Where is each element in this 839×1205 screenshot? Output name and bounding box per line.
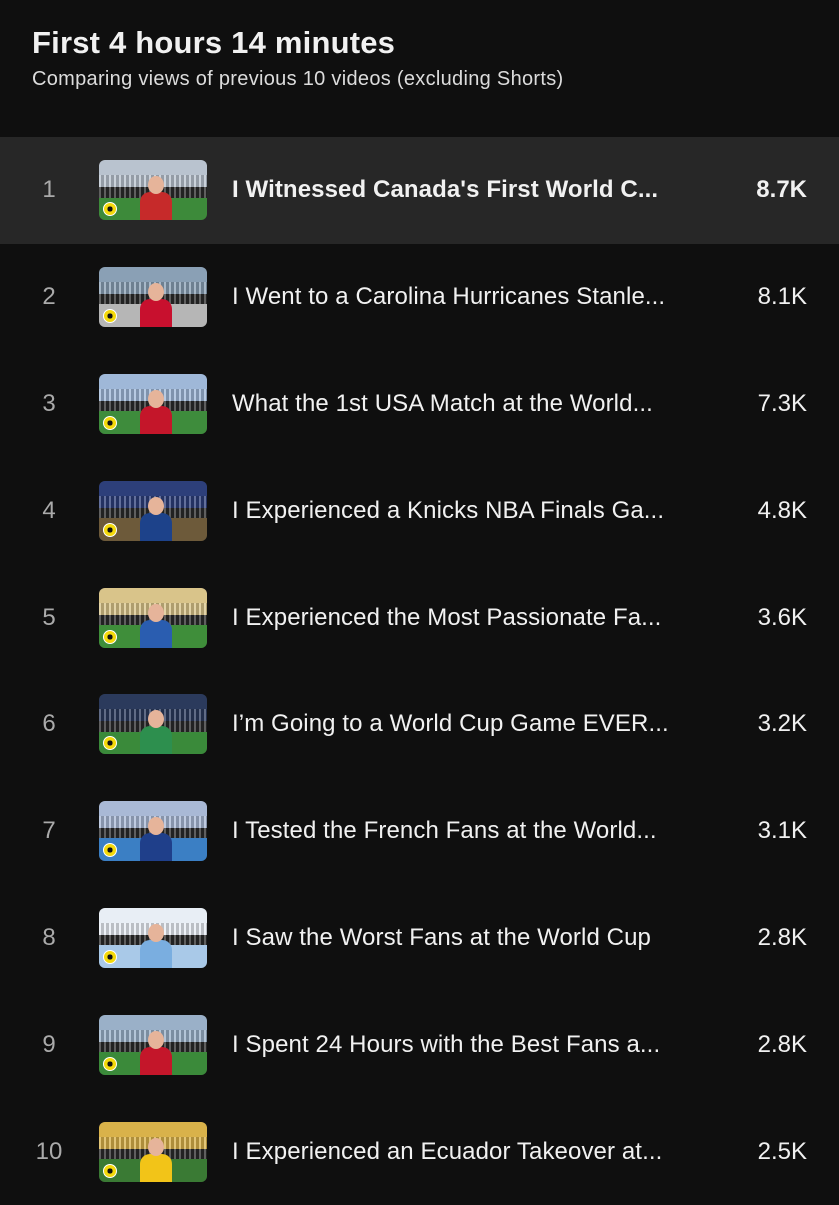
video-thumbnail[interactable]: [99, 480, 207, 541]
video-rank: 5: [42, 603, 56, 631]
person-shirt: [140, 1046, 172, 1075]
video-rank: 3: [42, 389, 56, 417]
soccer-ball-icon: [103, 415, 117, 430]
person-icon: [139, 923, 173, 968]
video-views: 7.3K: [757, 389, 807, 417]
video-thumbnail[interactable]: [99, 373, 207, 434]
person-shirt: [140, 192, 172, 221]
video-row[interactable]: 6 I’m Going to a World Cup Game EVER... 3.…: [0, 671, 839, 778]
video-title[interactable]: What the 1st USA Match at the World...: [232, 351, 722, 458]
video-row[interactable]: 4 I Experienced a Knicks NBA Finals Ga...…: [0, 457, 839, 564]
video-views: 2.5K: [757, 1137, 807, 1165]
video-row[interactable]: 9 I Spent 24 Hours with the Best Fans a..…: [0, 991, 839, 1098]
video-row[interactable]: 5 I Experienced the Most Passionate Fa...…: [0, 564, 839, 671]
person-head: [148, 923, 164, 942]
page-title: First 4 hours 14 minutes: [32, 25, 396, 60]
video-title[interactable]: I Tested the French Fans at the World...: [232, 778, 722, 885]
video-title[interactable]: I Spent 24 Hours with the Best Fans a...: [232, 991, 722, 1098]
person-icon: [139, 1137, 173, 1182]
video-row[interactable]: 10 I Experienced an Ecuador Takeover at..…: [0, 1098, 839, 1205]
video-thumbnail[interactable]: [99, 1121, 207, 1182]
soccer-ball-icon: [103, 1056, 117, 1071]
person-icon: [139, 710, 173, 755]
video-title[interactable]: I’m Going to a World Cup Game EVER...: [232, 671, 722, 778]
video-thumbnail[interactable]: [99, 801, 207, 862]
video-thumbnail[interactable]: [99, 1014, 207, 1075]
person-head: [148, 603, 164, 622]
video-title[interactable]: I Witnessed Canada's First World C...: [232, 137, 722, 244]
video-views: 2.8K: [757, 923, 807, 951]
video-list: 1 I Witnessed Canada's First World C... 8.…: [0, 137, 839, 1205]
person-icon: [139, 389, 173, 434]
person-head: [148, 389, 164, 408]
video-thumbnail[interactable]: [99, 694, 207, 755]
person-shirt: [140, 833, 172, 862]
person-head: [148, 496, 164, 515]
video-views: 8.7K: [756, 176, 807, 204]
video-title[interactable]: I Saw the Worst Fans at the World Cup: [232, 885, 722, 992]
person-icon: [139, 496, 173, 541]
person-shirt: [140, 939, 172, 968]
person-shirt: [140, 299, 172, 328]
person-shirt: [140, 1153, 172, 1182]
video-title[interactable]: I Went to a Carolina Hurricanes Stanle..…: [232, 244, 722, 351]
soccer-ball-icon: [103, 522, 117, 537]
video-views: 3.6K: [757, 603, 807, 631]
video-row[interactable]: 1 I Witnessed Canada's First World C... 8.…: [0, 137, 839, 244]
video-rank: 6: [42, 710, 56, 738]
person-shirt: [140, 512, 172, 541]
soccer-ball-icon: [103, 1163, 117, 1178]
video-rank: 8: [42, 923, 56, 951]
person-shirt: [140, 619, 172, 648]
video-thumbnail[interactable]: [99, 907, 207, 968]
soccer-ball-icon: [103, 629, 117, 644]
video-views: 3.2K: [757, 710, 807, 738]
person-icon: [139, 1030, 173, 1075]
person-icon: [139, 176, 173, 221]
header: First 4 hours 14 minutes Comparing views…: [32, 24, 819, 92]
video-views: 8.1K: [757, 283, 807, 311]
video-views: 2.8K: [757, 1030, 807, 1058]
video-row[interactable]: 3 What the 1st USA Match at the World... 7…: [0, 351, 839, 458]
video-thumbnail[interactable]: [99, 267, 207, 328]
video-rank: 1: [42, 176, 56, 204]
video-row[interactable]: 8 I Saw the Worst Fans at the World Cup 2.…: [0, 885, 839, 992]
video-title[interactable]: I Experienced a Knicks NBA Finals Ga...: [232, 457, 722, 564]
page-subtitle: Comparing views of previous 10 videos (e…: [32, 68, 564, 90]
person-icon: [139, 603, 173, 648]
person-head: [148, 1030, 164, 1049]
person-shirt: [140, 726, 172, 755]
video-rank: 10: [35, 1137, 63, 1165]
soccer-ball-icon: [103, 949, 117, 964]
video-rank: 7: [42, 817, 56, 845]
video-rank: 2: [42, 283, 56, 311]
video-title[interactable]: I Experienced the Most Passionate Fa...: [232, 564, 722, 671]
video-thumbnail[interactable]: [99, 160, 207, 221]
video-rank: 4: [42, 496, 56, 524]
person-icon: [139, 817, 173, 862]
person-head: [148, 1137, 164, 1156]
video-row[interactable]: 2 I Went to a Carolina Hurricanes Stanle.…: [0, 244, 839, 351]
video-views: 3.1K: [757, 817, 807, 845]
video-views: 4.8K: [757, 496, 807, 524]
video-title[interactable]: I Experienced an Ecuador Takeover at...: [232, 1098, 722, 1205]
video-thumbnail[interactable]: [99, 587, 207, 648]
video-rank: 9: [42, 1030, 56, 1058]
person-icon: [139, 283, 173, 328]
person-shirt: [140, 405, 172, 434]
video-row[interactable]: 7 I Tested the French Fans at the World..…: [0, 778, 839, 885]
